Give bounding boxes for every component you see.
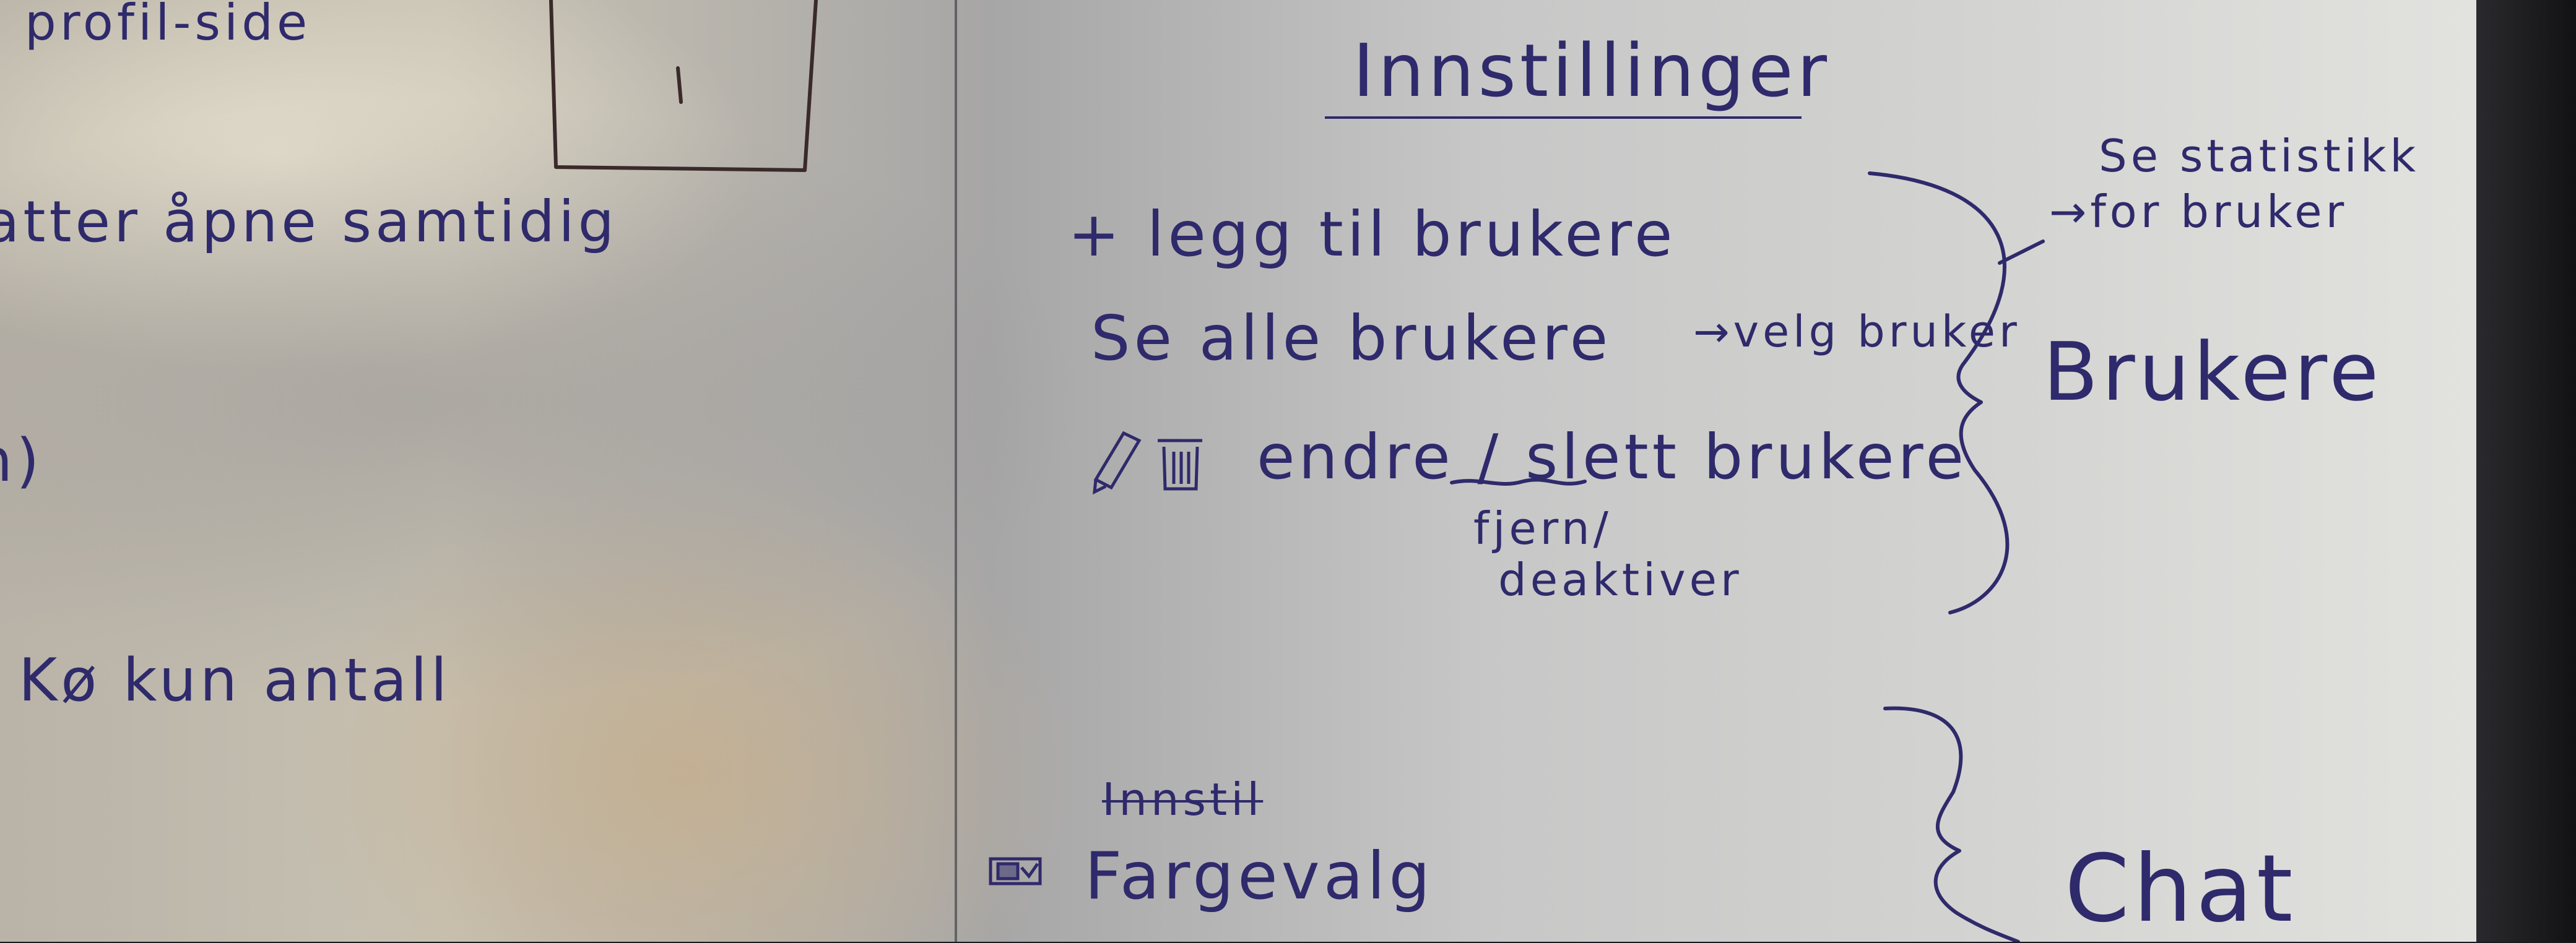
pencil-icon xyxy=(1093,431,1142,495)
trash-icon xyxy=(1158,439,1202,491)
squiggle-underline xyxy=(1450,478,1587,486)
users-brace xyxy=(1868,171,2010,614)
sketch-frame xyxy=(549,0,818,172)
sketch-strokes xyxy=(549,0,2045,942)
frame-mark xyxy=(676,66,683,104)
chat-brace xyxy=(1883,706,2020,942)
color-picker-icon xyxy=(989,857,1042,885)
stats-arrow xyxy=(1998,239,2045,265)
